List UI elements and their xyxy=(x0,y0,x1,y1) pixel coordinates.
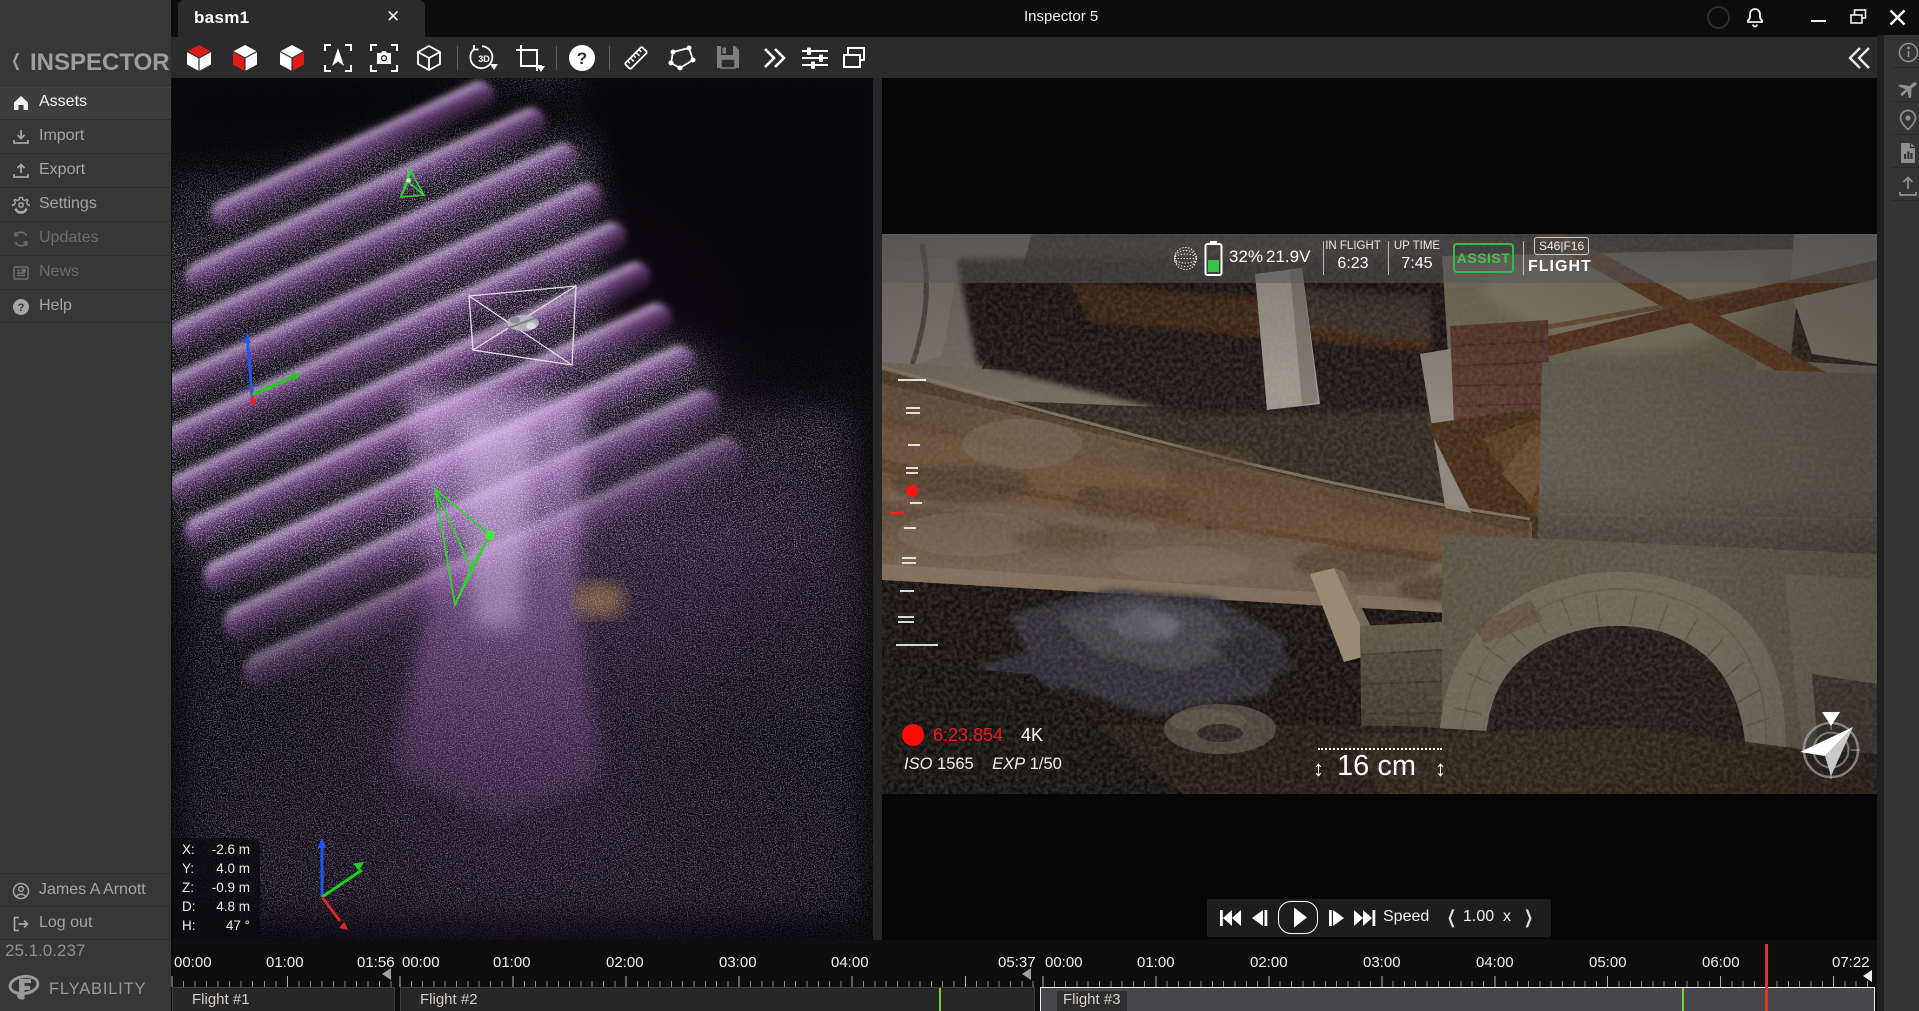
svg-text:X:: X: xyxy=(182,842,195,857)
svg-text:-2.6 m: -2.6 m xyxy=(212,842,250,857)
svg-text:-0.9 m: -0.9 m xyxy=(212,880,250,895)
svg-text:?: ? xyxy=(18,302,25,314)
svg-text:?: ? xyxy=(577,49,587,68)
svg-text:3D: 3D xyxy=(478,54,490,64)
svg-text:4.0 m: 4.0 m xyxy=(216,861,250,876)
svg-text:D:: D: xyxy=(182,899,196,914)
svg-text:47 °: 47 ° xyxy=(226,918,250,933)
svg-text:Z:: Z: xyxy=(182,880,194,895)
svg-text:FLYABILITY: FLYABILITY xyxy=(49,980,146,998)
svg-text:H:: H: xyxy=(182,918,196,933)
svg-text:Y:: Y: xyxy=(182,861,194,876)
svg-text:4.8 m: 4.8 m xyxy=(216,899,250,914)
